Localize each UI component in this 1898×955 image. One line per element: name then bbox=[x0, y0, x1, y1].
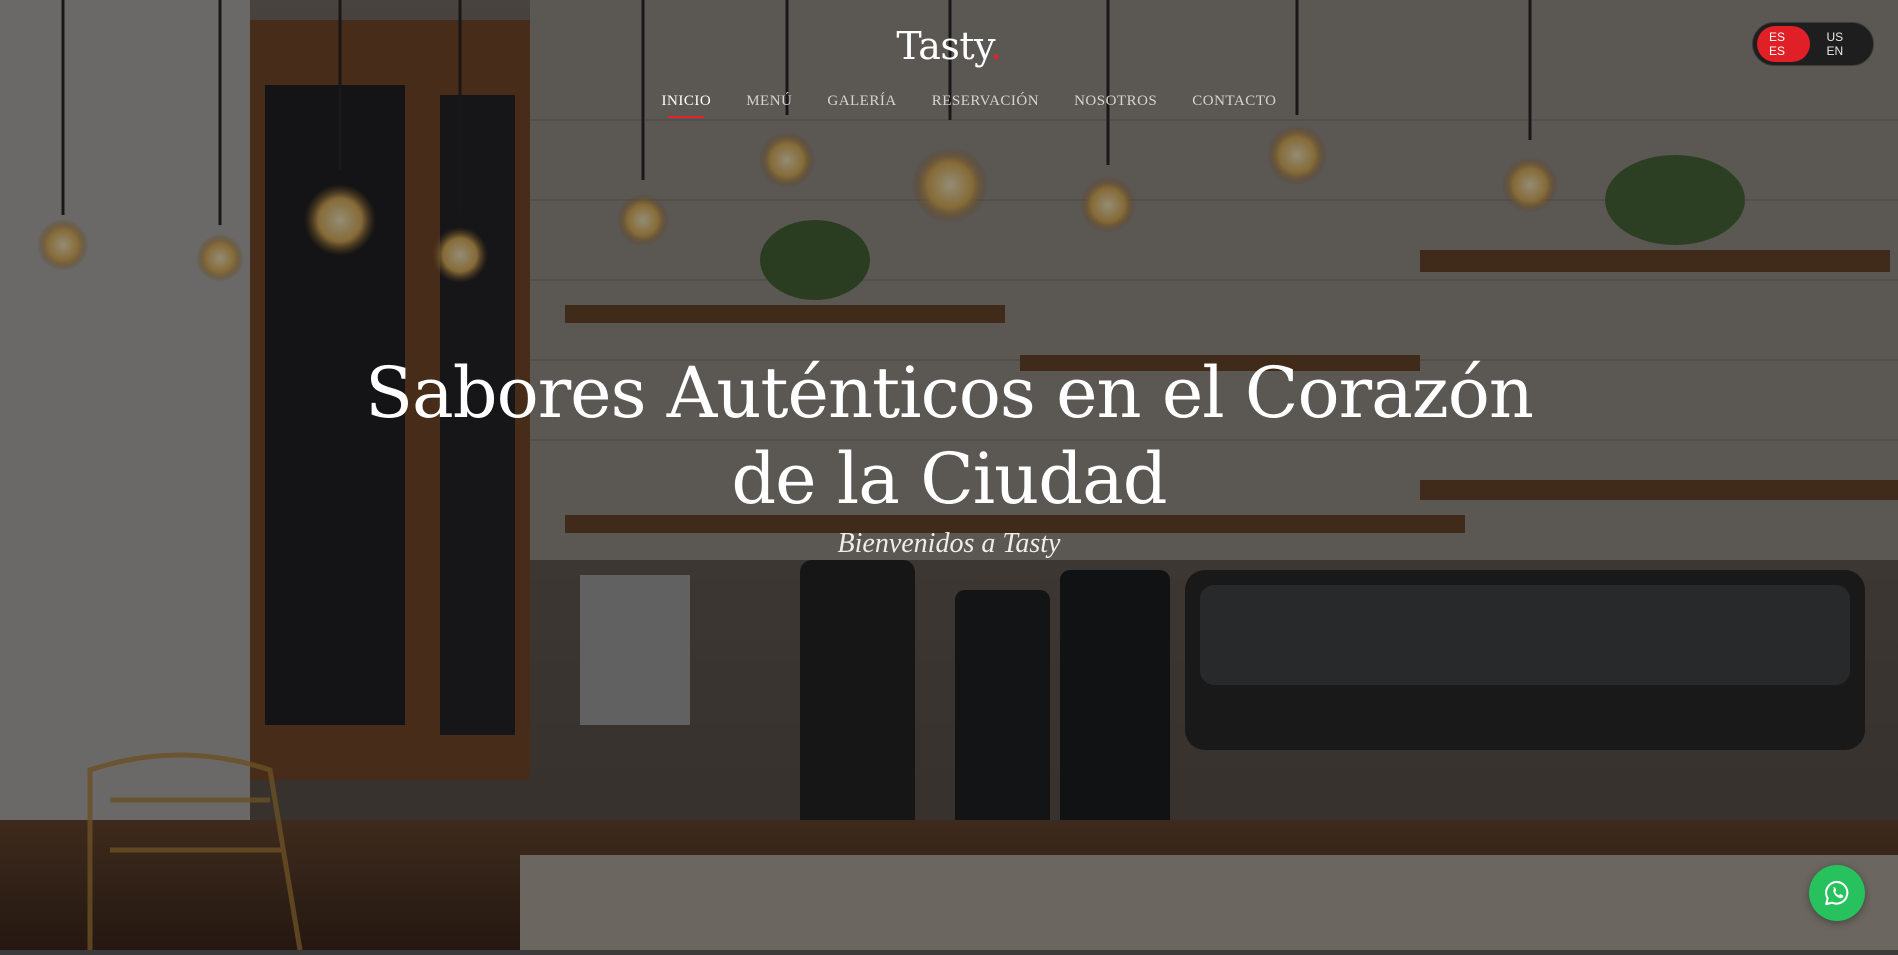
bottom-edge-bar bbox=[0, 950, 1898, 955]
nav-item-nosotros[interactable]: NOSOTROS bbox=[1074, 93, 1157, 118]
site-logo-text[interactable]: Tasty bbox=[896, 24, 990, 68]
site-logo-dot: . bbox=[990, 24, 1002, 68]
hero-subtitle: Bienvenidos a Tasty bbox=[837, 528, 1061, 559]
hero-section: Tasty. INICIO MENÚ GALERÍA RESERVACIÓN N… bbox=[0, 0, 1898, 950]
nav-item-inicio[interactable]: INICIO bbox=[662, 93, 712, 118]
hero-headline: Sabores Auténticos en el Corazón de la C… bbox=[0, 350, 1898, 522]
main-navigation: INICIO MENÚ GALERÍA RESERVACIÓN NOSOTROS… bbox=[0, 93, 1898, 118]
language-option-es[interactable]: ES ES bbox=[1757, 26, 1811, 62]
nav-item-contacto[interactable]: CONTACTO bbox=[1192, 93, 1276, 118]
nav-item-reservacion[interactable]: RESERVACIÓN bbox=[932, 93, 1039, 118]
language-switcher: ES ES US EN bbox=[1752, 22, 1874, 66]
hero-headline-line-1: Sabores Auténticos en el Corazón bbox=[365, 352, 1534, 434]
nav-item-menu[interactable]: MENÚ bbox=[746, 93, 792, 118]
hero-headline-line-2: de la Ciudad bbox=[731, 438, 1167, 520]
whatsapp-chat-button[interactable] bbox=[1809, 865, 1865, 921]
nav-item-galeria[interactable]: GALERÍA bbox=[827, 93, 896, 118]
language-option-en[interactable]: US EN bbox=[1814, 26, 1869, 62]
whatsapp-icon bbox=[1825, 880, 1849, 906]
site-logo[interactable]: Tasty. bbox=[0, 24, 1898, 68]
